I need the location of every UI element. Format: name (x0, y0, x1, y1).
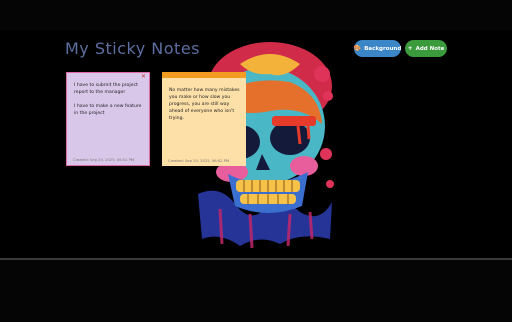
add-note-button-label: Add Note (415, 45, 445, 52)
sticky-note[interactable]: No matter how many mistakes you make or … (162, 72, 246, 166)
add-note-button[interactable]: + Add Note (405, 40, 447, 57)
note-text[interactable]: No matter how many mistakes you make or … (169, 87, 241, 122)
background-button[interactable]: 🎨 Background (354, 40, 401, 57)
note-created-date: Created: Sep 20, 2025, 06:02 PM (168, 159, 230, 163)
plus-icon: + (407, 44, 413, 52)
app-title: My Sticky Notes (65, 39, 200, 58)
delete-note-icon[interactable]: ✕ (141, 74, 146, 80)
sticky-note[interactable]: ✕ I have to submit the project report to… (66, 72, 150, 166)
note-text[interactable]: I have to submit the project report to t… (74, 82, 144, 117)
bottom-panel (0, 258, 512, 322)
palette-icon: 🎨 (353, 44, 362, 52)
note-created-date: Created: Sep 20, 2025, 06:01 PM (73, 158, 135, 162)
background-button-label: Background (364, 45, 402, 52)
top-band (0, 0, 512, 30)
